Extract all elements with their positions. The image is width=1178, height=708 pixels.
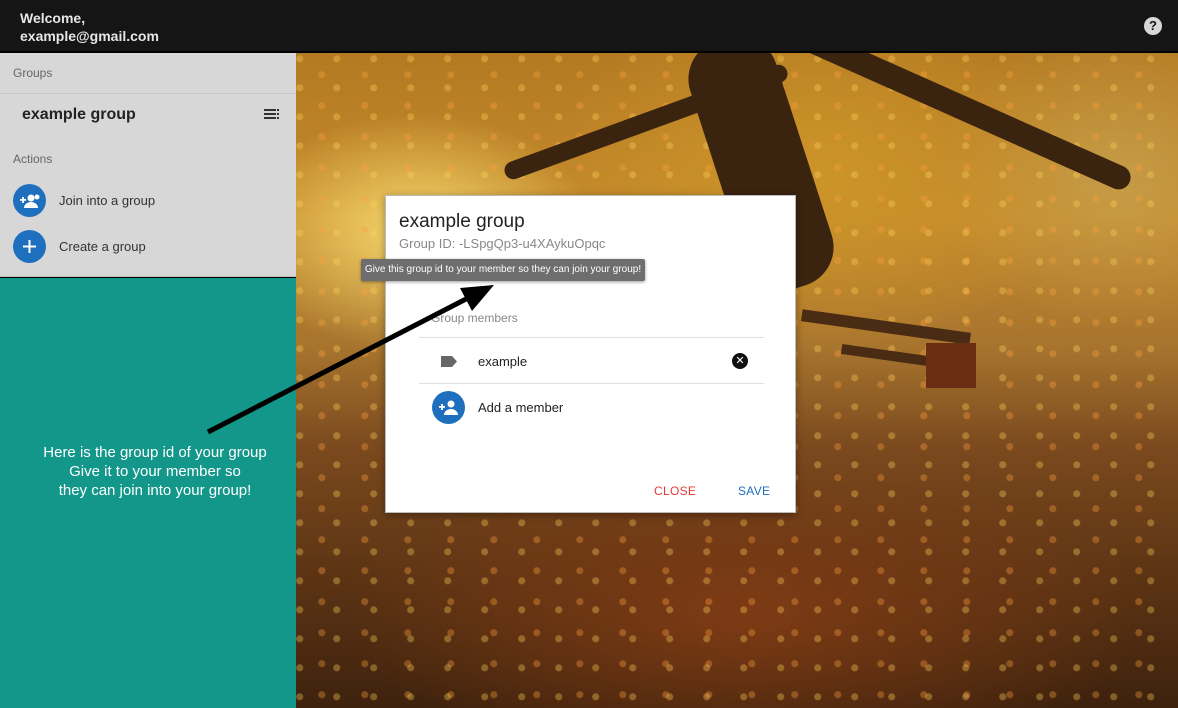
groups-section-label: Groups xyxy=(13,66,53,80)
user-email: example@gmail.com xyxy=(20,28,159,44)
park-bench xyxy=(926,343,976,388)
group-name: example group xyxy=(22,106,136,123)
group-dialog: example group Group ID: -LSpgQp3-u4XAyku… xyxy=(385,195,796,513)
tutorial-line: Here is the group id of your group xyxy=(43,444,267,461)
tutorial-line: they can join into your group! xyxy=(58,482,252,499)
join-group-button[interactable]: Join into a group xyxy=(13,184,283,218)
tutorial-panel: Here is the group id of your group Give … xyxy=(0,278,296,708)
join-group-label: Join into a group xyxy=(59,193,156,208)
person-add-icon xyxy=(432,391,465,424)
label-icon xyxy=(441,356,457,367)
group-add-icon xyxy=(13,184,46,217)
welcome-label: Welcome, xyxy=(20,10,86,26)
group-id-text: Group ID: -LSpgQp3-u4XAykuOpqc xyxy=(399,236,606,251)
actions-section-label: Actions xyxy=(13,152,53,166)
group-item[interactable]: example group xyxy=(0,93,296,141)
add-member-button[interactable]: Add a member xyxy=(419,388,764,428)
dialog-title: example group xyxy=(399,211,525,232)
member-name: example xyxy=(478,354,528,369)
save-button[interactable]: SAVE xyxy=(738,484,770,498)
list-icon[interactable] xyxy=(264,108,280,122)
create-group-button[interactable]: Create a group xyxy=(13,230,283,264)
group-id-tooltip: Give this group id to your member so the… xyxy=(361,259,645,281)
tutorial-line: Give it to your member so xyxy=(69,463,241,480)
add-member-label: Add a member xyxy=(478,400,564,415)
top-bar: Welcome, example@gmail.com ? xyxy=(0,0,1178,52)
create-group-label: Create a group xyxy=(59,239,146,254)
close-button[interactable]: CLOSE xyxy=(654,484,696,498)
tutorial-text: Here is the group id of your group Give … xyxy=(0,443,310,500)
member-list-item: example ✕ xyxy=(419,337,764,384)
welcome-text: Welcome, example@gmail.com xyxy=(20,9,159,45)
plus-icon xyxy=(13,230,46,263)
remove-member-icon[interactable]: ✕ xyxy=(732,353,748,369)
group-members-label: Group members xyxy=(431,311,518,325)
help-icon[interactable]: ? xyxy=(1144,17,1162,35)
sidebar: Groups example group Actions Join into a… xyxy=(0,53,296,277)
